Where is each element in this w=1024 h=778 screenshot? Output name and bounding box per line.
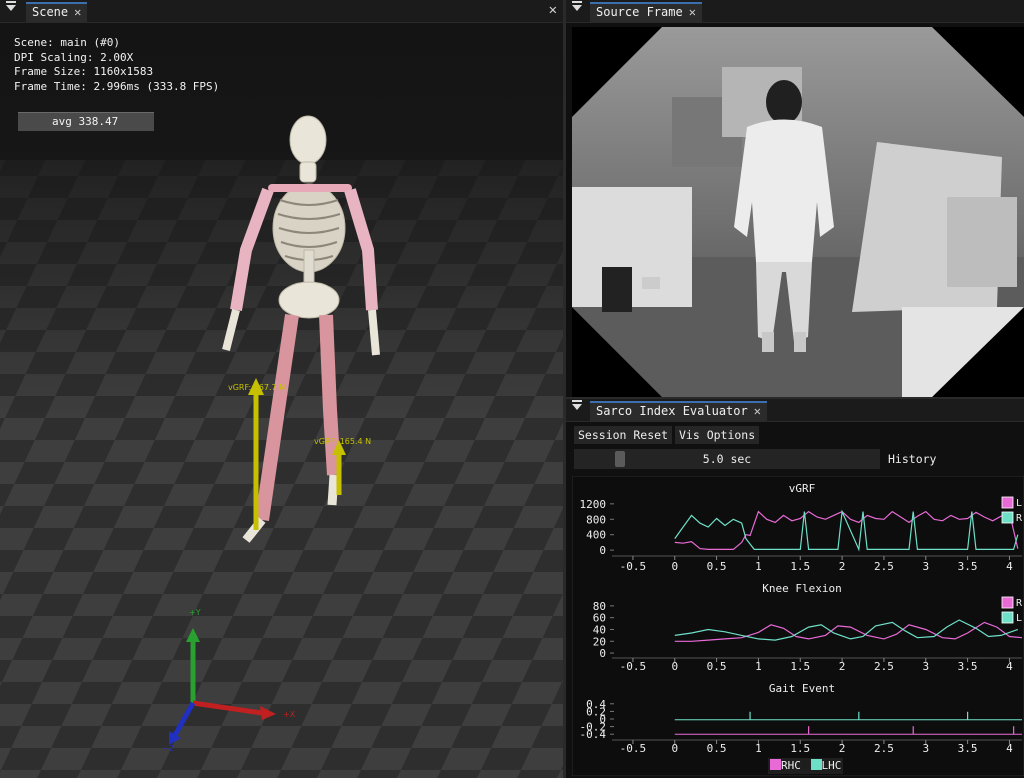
x-tick-label: 4 [1006,742,1013,755]
x-tick-label: 1 [755,660,762,673]
legend-label: R [1016,513,1023,524]
x-tick-label: 0.5 [707,742,727,755]
x-tick-label: 1.5 [790,660,810,673]
slider-value: 5.0 sec [702,452,752,466]
legend-label-rhc: RHC [781,759,801,772]
x-tick-label: 1 [755,742,762,755]
x-tick-label: 4 [1006,560,1013,573]
scene-tabbar: Scene ✕ ✕ [0,0,563,23]
axis-label-y: +Y [189,608,201,617]
session-reset-button[interactable]: Session Reset [574,426,673,444]
chart-title: vGRF [789,482,816,495]
legend-label: L [1016,613,1022,624]
evaluator-tabbar: Sarco Index Evaluator ✕ [566,399,1024,422]
x-tick-label: 3 [922,742,929,755]
y-tick-label: 0 [599,647,606,660]
source-tabbar: Source Frame ✕ [566,0,1024,23]
camera-frame-image [572,27,1024,397]
scene-info: Scene: main (#0) DPI Scaling: 2.00X Frame … [14,36,219,94]
chart-title: Gait Event [769,682,835,695]
x-tick-label: -0.5 [620,660,647,673]
source-frame-window: Source Frame ✕ [566,0,1024,397]
x-tick-label: 0 [671,560,678,573]
x-tick-label: 0.5 [707,560,727,573]
legend-swatch [1001,611,1014,624]
history-label: History [888,452,937,466]
vis-options-button[interactable]: Vis Options [675,426,760,444]
force-label-left: vGRF: 567.7 N [228,383,285,392]
gait-legend: RHC LHC [768,758,844,774]
y-tick-label: -0.4 [580,728,607,741]
axis-label-z: +Z [162,744,175,753]
legend-swatch-lhc [810,759,822,770]
force-label-right: vGRF: 165.4 N [314,437,371,446]
window-length-slider[interactable]: 5.0 sec [574,449,880,469]
legend-label-lhc: LHC [821,759,842,772]
axis-label-x: +X [283,710,296,719]
tab-close-icon[interactable]: ✕ [689,5,696,19]
legend-swatch [1001,596,1014,609]
frame-time-histogram: avg 338.47 [18,112,154,131]
legend-swatch [1001,511,1014,524]
y-tick-label: 800 [586,513,606,526]
y-tick-label: 400 [586,529,606,542]
charts-area: vGRF12008004000-0.5 0 0.5 1 1.5 2 2.5 3 3.5 4LRKn… [572,476,1024,776]
info-line: Frame Time: 2.996ms (333.8 FPS) [14,79,220,93]
tab-scene[interactable]: Scene ✕ [26,2,88,22]
window-menu-icon[interactable] [572,400,582,410]
info-line: DPI Scaling: 2.00X [14,50,134,64]
scene-window: vGRF: 567.7 N vGRF: 165.4 N +Y +X +Z Sce… [0,0,563,778]
x-tick-label: 3.5 [958,560,978,573]
legend-label: L [1016,498,1022,509]
tab-label: Sarco Index Evaluator [596,404,748,418]
tab-close-icon[interactable]: ✕ [754,404,761,418]
info-line: Scene: main (#0) [14,36,120,49]
info-line: Frame Size: 1160x1583 [14,65,154,78]
legend-label: R [1016,598,1023,609]
x-tick-label: 3.5 [958,660,978,673]
tab-close-icon[interactable]: ✕ [74,5,81,19]
x-tick-label: 2.5 [874,742,894,755]
x-tick-label: 3 [922,660,929,673]
window-menu-icon[interactable] [572,1,582,11]
tab-label: Scene [32,5,69,19]
tab-source-frame[interactable]: Source Frame ✕ [590,2,702,22]
x-tick-label: 3 [922,560,929,573]
legend-swatch-rhc [770,759,781,770]
y-tick-label: 0 [599,544,606,557]
x-tick-label: 3.5 [958,742,978,755]
y-tick-label: 1200 [580,498,607,511]
x-tick-label: 0 [671,742,678,755]
close-icon[interactable]: ✕ [549,2,557,18]
x-tick-label: 1.5 [790,742,810,755]
chart-title: Knee Flexion [762,582,841,595]
x-tick-label: 2.5 [874,560,894,573]
x-tick-label: 1 [755,560,762,573]
x-tick-label: 0 [671,660,678,673]
tab-sarco-index-evaluator[interactable]: Sarco Index Evaluator ✕ [590,401,767,421]
x-tick-label: 1.5 [790,560,810,573]
x-tick-label: -0.5 [620,560,647,573]
x-tick-label: 0.5 [707,660,727,673]
x-tick-label: 2 [839,560,846,573]
x-tick-label: -0.5 [620,742,647,755]
window-menu-icon[interactable] [6,1,16,11]
tab-label: Source Frame [596,5,683,19]
x-tick-label: 2 [839,660,846,673]
legend-swatch [1001,496,1014,509]
x-tick-label: 2.5 [874,660,894,673]
avg-label: avg 338.47 [52,115,119,128]
x-tick-label: 4 [1006,660,1013,673]
x-tick-label: 2 [839,742,846,755]
